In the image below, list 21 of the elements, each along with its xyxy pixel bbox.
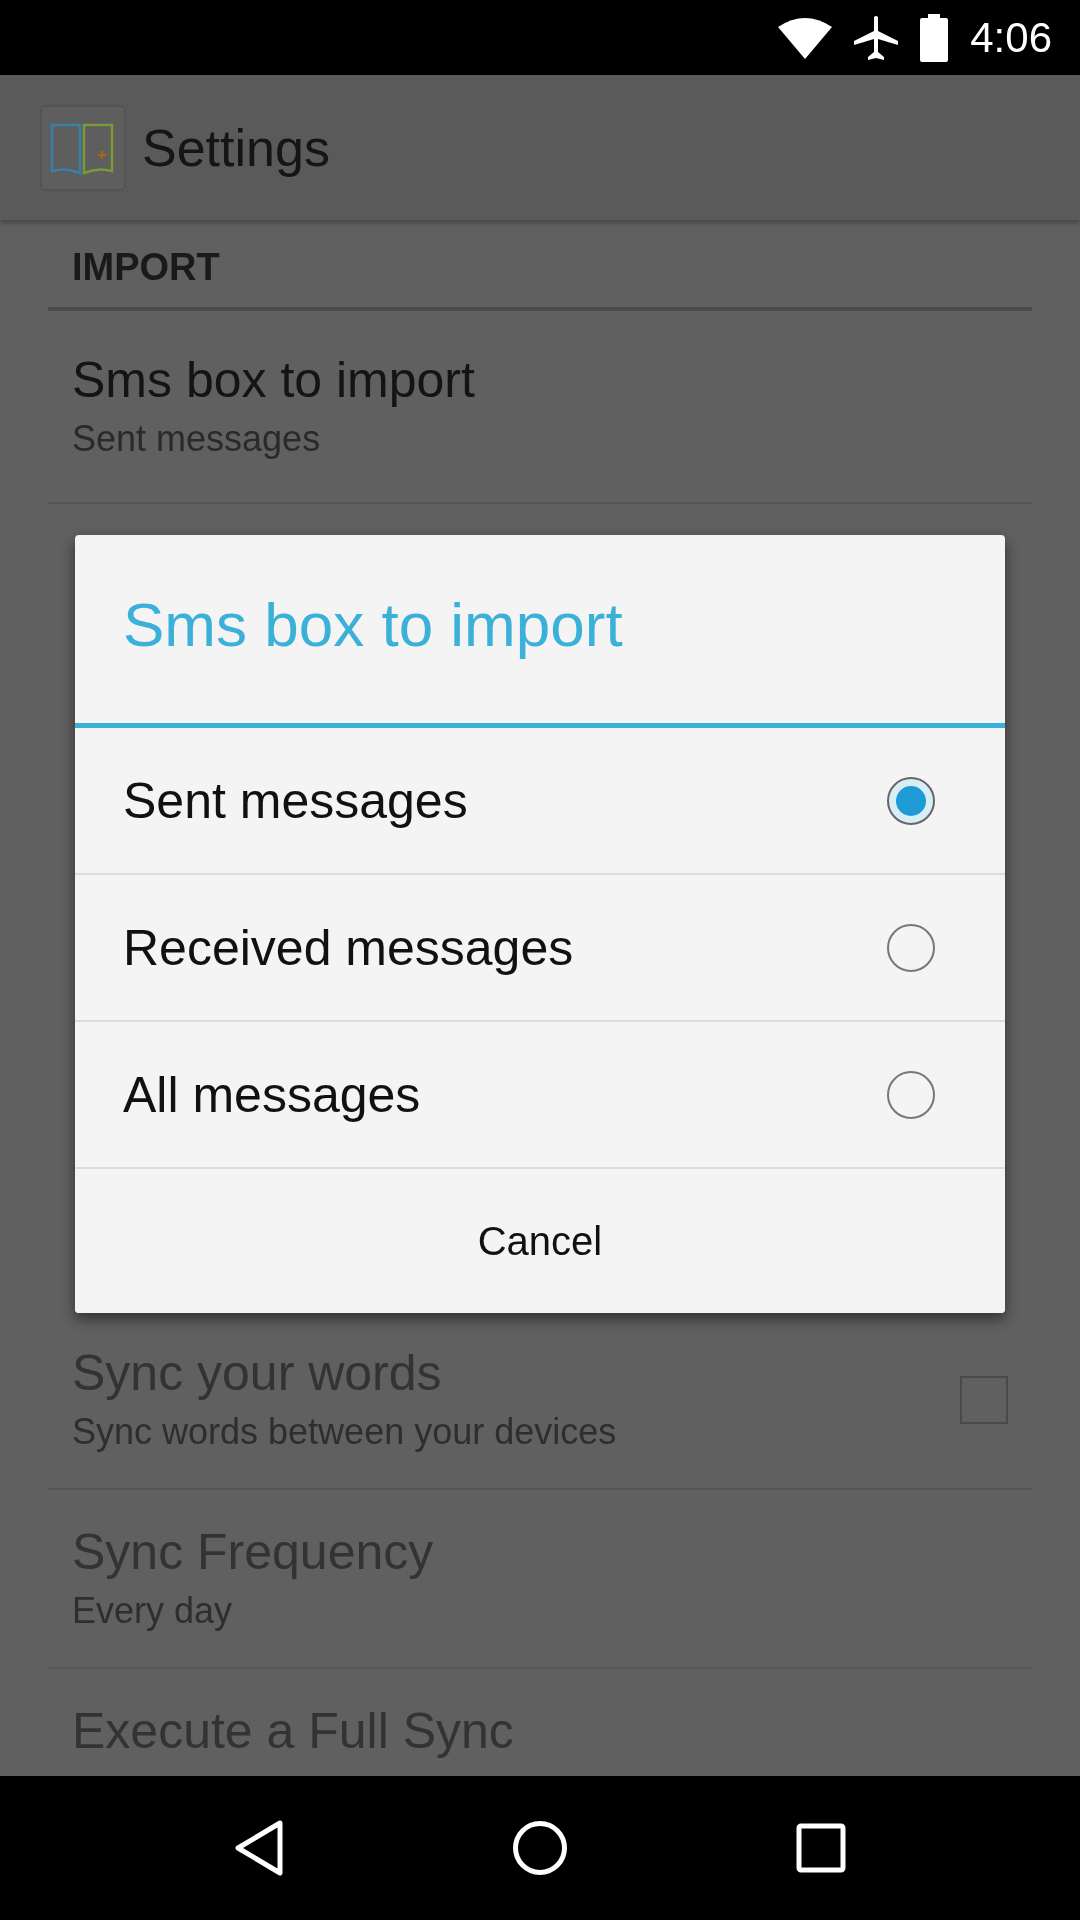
app-title: Settings: [142, 117, 330, 178]
recents-icon[interactable]: [796, 1823, 846, 1873]
dialog-title: Sms box to import: [75, 535, 1005, 728]
option-row[interactable]: Received messages: [75, 875, 1005, 1022]
option-label: Received messages: [123, 918, 574, 977]
back-icon[interactable]: [234, 1820, 284, 1876]
option-label: Sent messages: [123, 771, 468, 830]
section-header: IMPORT: [48, 220, 1032, 311]
book-icon: [40, 104, 126, 191]
radio-button[interactable]: [887, 776, 935, 825]
cancel-button[interactable]: Cancel: [75, 1169, 1005, 1313]
wifi-icon: [778, 16, 833, 59]
radio-button[interactable]: [887, 1070, 935, 1119]
battery-icon: [920, 13, 949, 62]
option-label: All messages: [123, 1065, 421, 1124]
home-icon[interactable]: [512, 1820, 568, 1876]
preference-title: Sms box to import: [72, 353, 476, 408]
airplane-icon: [854, 14, 899, 61]
option-row[interactable]: Sent messages: [75, 728, 1005, 875]
radio-button[interactable]: [887, 923, 935, 972]
status-time: 4:06: [970, 13, 1052, 62]
